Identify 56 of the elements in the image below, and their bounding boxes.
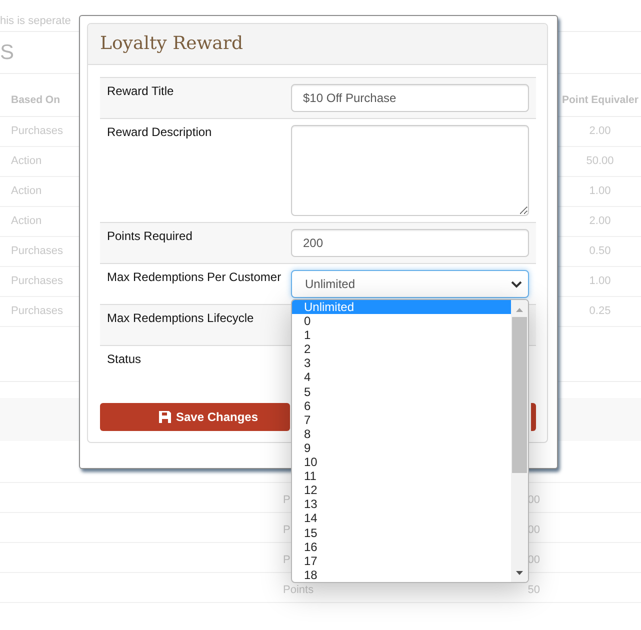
table-cell-text: 2.00: [588, 214, 612, 229]
column-header: Based On: [11, 93, 60, 108]
option-item[interactable]: 15: [292, 526, 511, 540]
chevron-down-icon: [511, 280, 522, 288]
option-item[interactable]: 10: [292, 455, 511, 470]
caret-up-icon[interactable]: [516, 308, 523, 312]
table-cell-text: Action: [11, 154, 42, 169]
table-cell-text: Purchases: [11, 124, 63, 139]
scrollbar-track[interactable]: [511, 300, 528, 582]
column-header: Point Equivaler: [562, 93, 640, 108]
table-cell-text: Purchases: [11, 274, 63, 289]
option-item[interactable]: 9: [292, 440, 511, 456]
text-field[interactable]: 200: [291, 229, 529, 257]
option-item[interactable]: 14: [292, 511, 511, 526]
field-label: Status: [106, 352, 142, 368]
section-heading: S: [0, 41, 14, 64]
option-item[interactable]: 11: [292, 469, 511, 484]
dialog-title: Loyalty Reward: [100, 33, 244, 54]
description-field[interactable]: [291, 125, 529, 216]
table-cell-text: 0.25: [588, 304, 612, 319]
table-cell-text: 1.00: [588, 274, 612, 289]
table-cell-text: Purchases: [11, 304, 63, 319]
table-cell-text: 2.00: [588, 124, 612, 139]
option-item[interactable]: 1: [292, 328, 511, 342]
table-cell-text: 0.50: [588, 244, 612, 259]
field-label: Max Redemptions Per Customer: [106, 270, 282, 286]
select-field[interactable]: Unlimited: [291, 270, 529, 298]
text-field[interactable]: $10 Off Purchase: [291, 84, 529, 112]
option-item[interactable]: 13: [292, 497, 511, 512]
option-item[interactable]: 7: [292, 412, 511, 427]
table-cell-text: Action: [11, 214, 42, 229]
table-cell: 50: [528, 585, 540, 595]
option-item[interactable]: 6: [292, 398, 511, 413]
table-cell-text: Action: [11, 184, 42, 199]
table-cell-text: Purchases: [11, 244, 63, 259]
save-button[interactable]: Save Changes: [100, 403, 290, 431]
field-label: Max Redemptions Lifecycle: [106, 311, 255, 327]
option-item[interactable]: 18: [292, 568, 511, 582]
action-button[interactable]: [531, 403, 536, 431]
option-item[interactable]: 12: [292, 483, 511, 498]
field-label: Points Required: [106, 229, 194, 245]
option-item[interactable]: 4: [292, 370, 511, 385]
option-item[interactable]: 16: [292, 540, 511, 554]
option-item[interactable]: 0: [292, 314, 511, 328]
option-item[interactable]: 17: [292, 554, 511, 568]
field-label: Reward Title: [106, 84, 175, 100]
table-cell-text: 50.00: [585, 154, 615, 169]
scrollbar-thumb[interactable]: [512, 317, 527, 473]
option-item[interactable]: 5: [292, 384, 511, 399]
option-item[interactable]: 8: [292, 426, 511, 441]
table-cell-text: 1.00: [588, 184, 612, 199]
option-item[interactable]: 3: [292, 356, 511, 370]
option-item[interactable]: 2: [292, 342, 511, 356]
intro-text: his is seperate: [0, 15, 71, 27]
field-label: Reward Description: [106, 125, 213, 141]
caret-down-icon[interactable]: [516, 571, 523, 575]
